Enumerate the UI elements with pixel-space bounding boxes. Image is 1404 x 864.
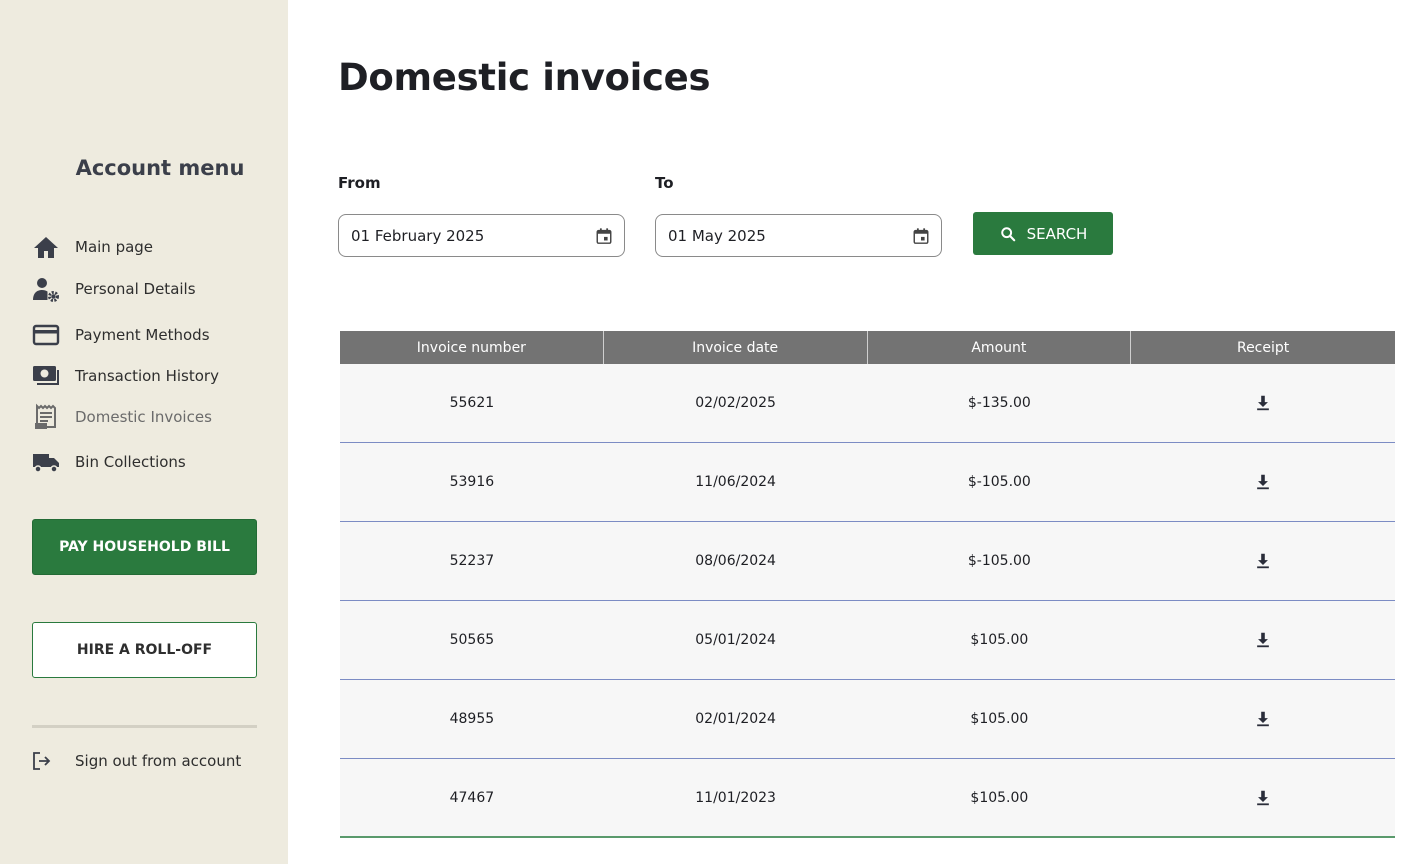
download-icon[interactable]: [1253, 472, 1273, 492]
sidebar-item-main-page[interactable]: Main page: [32, 232, 153, 262]
sidebar-item-label: Domestic Invoices: [75, 408, 212, 426]
invoice-number-cell: 48955: [449, 711, 495, 727]
invoice-number-cell: 55621: [449, 395, 495, 411]
sign-out-link[interactable]: Sign out from account: [32, 746, 241, 776]
sidebar-item-label: Bin Collections: [75, 453, 186, 471]
credit-card-icon: [32, 321, 60, 349]
sidebar-item-domestic-invoices[interactable]: Domestic Invoices: [32, 402, 212, 432]
invoice-date-cell: 05/01/2024: [695, 632, 776, 648]
table-row: 52237 08/06/2024 $-105.00: [340, 522, 1395, 601]
search-icon: [999, 225, 1017, 243]
from-date-field[interactable]: [338, 214, 625, 257]
invoice-date-cell: 08/06/2024: [695, 553, 776, 569]
download-icon[interactable]: [1253, 709, 1273, 729]
calendar-icon[interactable]: [911, 226, 931, 246]
invoice-number-cell: 52237: [449, 553, 495, 569]
sidebar-title: Account menu: [75, 156, 245, 180]
to-label: To: [655, 174, 674, 192]
invoices-table: Invoice number Invoice date Amount Recei…: [340, 331, 1395, 838]
invoice-date-cell: 11/06/2024: [695, 474, 776, 490]
sidebar-item-label: Personal Details: [75, 280, 196, 298]
download-icon[interactable]: [1253, 630, 1273, 650]
calendar-icon[interactable]: [594, 226, 614, 246]
hire-roll-off-button[interactable]: HIRE A ROLL-OFF: [32, 622, 257, 678]
search-button[interactable]: SEARCH: [973, 212, 1113, 255]
to-date-field[interactable]: [655, 214, 942, 257]
page-title: Domestic invoices: [338, 56, 711, 99]
invoice-date-cell: 11/01/2023: [695, 789, 776, 806]
sidebar-item-personal-details[interactable]: Personal Details: [32, 274, 196, 304]
cash-icon: [32, 362, 60, 390]
receipt-cell: [1131, 443, 1395, 521]
amount-cell: $105.00: [970, 789, 1029, 806]
sidebar-item-bin-collections[interactable]: Bin Collections: [32, 447, 186, 477]
amount-cell: $-105.00: [967, 474, 1031, 490]
sidebar: Account menu Main page Personal Details …: [0, 0, 288, 864]
sidebar-item-label: Transaction History: [75, 367, 219, 385]
download-icon[interactable]: [1253, 393, 1273, 413]
invoice-number-cell: 47467: [449, 789, 495, 806]
invoice-number-cell: 53916: [449, 474, 495, 490]
sidebar-item-transaction-history[interactable]: Transaction History: [32, 361, 219, 391]
pay-household-bill-button[interactable]: PAY HOUSEHOLD BILL: [32, 519, 257, 575]
to-date-input[interactable]: [668, 226, 911, 245]
receipt-cell: [1131, 759, 1395, 836]
column-header-invoice-date: Invoice date: [603, 331, 868, 364]
download-icon[interactable]: [1253, 551, 1273, 571]
home-icon: [32, 233, 60, 261]
sidebar-item-label: Main page: [75, 238, 154, 256]
amount-cell: $105.00: [970, 711, 1029, 727]
sidebar-divider: [32, 725, 257, 728]
column-header-receipt: Receipt: [1131, 331, 1395, 364]
search-button-label: SEARCH: [1026, 224, 1088, 243]
receipt-icon: [32, 403, 60, 431]
invoice-date-cell: 02/02/2025: [695, 395, 776, 411]
logout-icon: [32, 747, 52, 775]
amount-cell: $105.00: [970, 632, 1029, 648]
invoice-date-cell: 02/01/2024: [695, 711, 776, 727]
from-label: From: [338, 174, 381, 192]
from-date-input[interactable]: [351, 226, 594, 245]
user-settings-icon: [32, 275, 60, 303]
column-header-invoice-number: Invoice number: [340, 331, 604, 364]
sidebar-item-label: Payment Methods: [75, 326, 210, 344]
table-header: Invoice number Invoice date Amount Recei…: [340, 331, 1395, 364]
table-row: 55621 02/02/2025 $-135.00: [340, 364, 1395, 443]
table-row: 48955 02/01/2024 $105.00: [340, 680, 1395, 759]
amount-cell: $-135.00: [967, 395, 1031, 411]
receipt-cell: [1131, 364, 1395, 442]
table-row: 50565 05/01/2024 $105.00: [340, 601, 1395, 680]
receipt-cell: [1131, 680, 1395, 758]
truck-icon: [32, 448, 60, 476]
invoice-number-cell: 50565: [449, 632, 495, 648]
amount-cell: $-105.00: [967, 553, 1031, 569]
table-row: 47467 11/01/2023 $105.00: [340, 759, 1395, 838]
column-header-amount: Amount: [867, 331, 1132, 364]
table-row: 53916 11/06/2024 $-105.00: [340, 443, 1395, 522]
receipt-cell: [1131, 522, 1395, 600]
download-icon[interactable]: [1253, 788, 1273, 808]
sign-out-label: Sign out from account: [75, 752, 242, 770]
sidebar-item-payment-methods[interactable]: Payment Methods: [32, 320, 210, 350]
receipt-cell: [1131, 601, 1395, 679]
